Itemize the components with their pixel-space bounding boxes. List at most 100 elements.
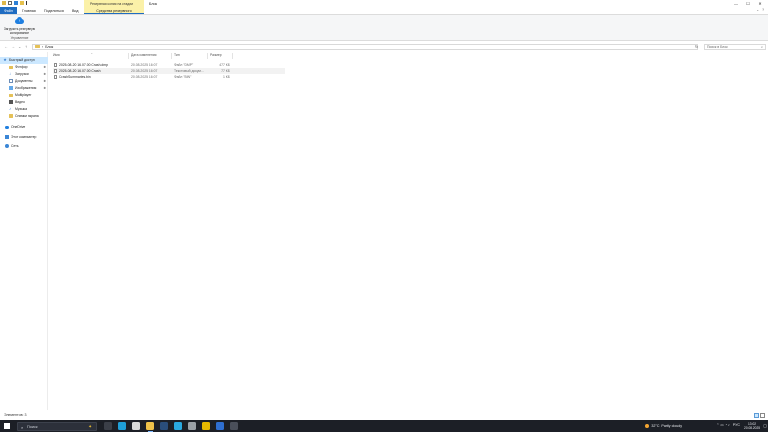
close-button[interactable]: ✕ — [754, 0, 766, 7]
star-icon: ★ — [3, 57, 7, 63]
nav-item-fotfor[interactable]: Фотфор ✱ — [0, 64, 48, 71]
weather-widget[interactable]: 32°C Partly cloudy — [645, 423, 682, 428]
column-divider[interactable] — [232, 53, 233, 59]
column-header-name[interactable]: Имя ^ — [53, 52, 92, 59]
nav-item-documents[interactable]: Документы ✱ — [0, 78, 48, 85]
start-button[interactable] — [4, 423, 10, 429]
edge-icon[interactable] — [118, 422, 126, 430]
folder-icon — [9, 93, 13, 97]
taskbar-search-label: Поиск — [27, 424, 38, 429]
breadcrumb-current[interactable]: Блок — [45, 45, 53, 49]
nav-this-pc[interactable]: Этот компьютер — [0, 134, 48, 141]
file-name: 2025-08-20 16.07.00 Crash.dmp — [59, 62, 109, 67]
file-type: Файл "DMP" — [174, 62, 194, 67]
app-misc-icon[interactable] — [230, 422, 238, 430]
cloud-icon — [5, 125, 9, 129]
nav-item-music[interactable]: ♪ Музыка — [0, 106, 48, 113]
minimize-button[interactable]: — — [730, 0, 742, 7]
search-input[interactable]: Поиск в Блок ⌕ — [704, 43, 766, 50]
language-indicator[interactable]: РУС — [733, 423, 740, 427]
edge-dev-icon[interactable] — [174, 422, 182, 430]
refresh-button[interactable]: ↻ — [695, 45, 698, 49]
up-button[interactable]: ↑ — [25, 44, 27, 49]
nav-item-images[interactable]: Изображения ✱ — [0, 85, 48, 92]
nav-label: Быстрый доступ — [9, 58, 35, 63]
file-icon — [54, 74, 57, 79]
nav-item-screenshots[interactable]: Снимки экрана — [0, 113, 48, 120]
customize-qat-icon[interactable] — [26, 1, 28, 5]
video-icon — [9, 100, 13, 105]
window-controls: — ☐ ✕ — [730, 0, 766, 7]
address-field[interactable]: › Блок — [32, 43, 698, 50]
cloud-upload-icon: ↑ — [14, 17, 25, 25]
nav-label: Документы — [15, 79, 33, 84]
column-header-size[interactable]: Размер — [210, 53, 222, 59]
chrome-beta-icon[interactable] — [202, 422, 210, 430]
column-divider[interactable] — [207, 53, 208, 59]
image-icon — [9, 86, 13, 91]
status-bar: Элементов: 3 — [0, 410, 768, 420]
folder-small-icon[interactable] — [20, 1, 24, 5]
back-button[interactable]: ← — [4, 44, 8, 49]
large-icons-view-icon[interactable] — [760, 412, 765, 418]
new-folder-icon[interactable] — [14, 1, 18, 5]
recent-locations-button[interactable]: ⌄ — [18, 44, 21, 49]
tray-icons[interactable]: ⌃ ▭ ◔ ♪ РУС — [716, 423, 740, 427]
nav-label: Сеть — [11, 144, 19, 149]
file-size: 1 КБ — [222, 74, 230, 79]
file-list: Имя ^ Дата изменения Тип Размер 2025-08-… — [50, 52, 768, 410]
chrome-icon[interactable] — [132, 422, 140, 430]
clock-date: 20.08.2025 — [744, 426, 760, 430]
backup-upload-button[interactable]: ↑ Загрузить резервную копирование — [3, 17, 36, 35]
file-name: CrashSummaries.bin — [59, 74, 91, 79]
search-icon: ⌕ — [760, 45, 763, 49]
nav-item-downloads[interactable]: ↓ Загрузки ✱ — [0, 71, 48, 78]
column-header-date[interactable]: Дата изменения — [131, 53, 156, 59]
notification-icon[interactable]: ▢ — [763, 423, 767, 428]
ribbon-group-label: Управление — [10, 36, 29, 40]
column-divider[interactable] — [171, 53, 172, 59]
file-size: 477 КБ — [219, 62, 230, 67]
task-view-icon[interactable] — [104, 422, 112, 430]
file-explorer-window: Резервная копия на стадии Блок — ☐ ✕ Фай… — [0, 0, 768, 420]
nav-item-multiplayer[interactable]: Multiplayer — [0, 92, 48, 99]
view-switcher — [754, 412, 765, 418]
tab-file[interactable]: Файл — [0, 7, 17, 14]
nav-label: Изображения — [15, 86, 37, 91]
file-icon — [54, 62, 57, 67]
window-title: Блок — [149, 1, 158, 6]
clock[interactable]: 13:02 20.08.2025 — [744, 422, 760, 430]
nav-network[interactable]: Сеть — [0, 143, 48, 150]
weather-text: Partly cloudy — [661, 423, 682, 428]
file-date: 20.08.2025 16:07 — [131, 74, 158, 79]
search-placeholder: Поиск в Блок — [707, 45, 728, 50]
file-row[interactable]: CrashSummaries.bin 20.08.2025 16:07 Файл… — [53, 74, 285, 80]
file-type: Файл "BIN" — [174, 74, 192, 79]
column-header-type[interactable]: Тип — [174, 53, 180, 59]
properties-icon[interactable] — [8, 1, 12, 5]
nav-label: Загрузки — [15, 72, 29, 77]
taskbar-search[interactable]: ⌕ Поиск ✦ — [17, 421, 97, 431]
tray-icons-glyphs: ⌃ ▭ ◔ ♪ — [716, 423, 730, 428]
nav-quick-access[interactable]: ★ Быстрый доступ — [0, 57, 48, 64]
weather-temp: 32°C — [651, 423, 660, 428]
maximize-button[interactable]: ☐ — [742, 0, 754, 7]
tab-share[interactable]: Поделиться — [39, 7, 67, 14]
computer-icon — [5, 135, 9, 140]
steam-icon[interactable] — [160, 422, 168, 430]
forward-button[interactable]: → — [11, 44, 15, 49]
help-icon[interactable]: ? — [762, 8, 764, 12]
tab-home[interactable]: Главная — [17, 7, 39, 14]
column-divider[interactable] — [128, 53, 129, 59]
terminal-icon[interactable] — [188, 422, 196, 430]
app-window-icon[interactable] — [216, 422, 224, 430]
path-separator: › — [42, 44, 44, 49]
file-date: 20.08.2025 16:07 — [131, 68, 158, 73]
tab-view[interactable]: Вид — [67, 7, 84, 14]
tab-backup-tools[interactable]: Средства резервного копирования — [84, 7, 144, 17]
nav-onedrive[interactable]: OneDrive — [0, 124, 48, 131]
nav-item-video[interactable]: Видео — [0, 99, 48, 106]
expand-ribbon-icon[interactable]: ⌄ — [756, 8, 759, 12]
file-explorer-icon[interactable] — [146, 422, 154, 432]
details-view-icon[interactable] — [754, 412, 759, 418]
